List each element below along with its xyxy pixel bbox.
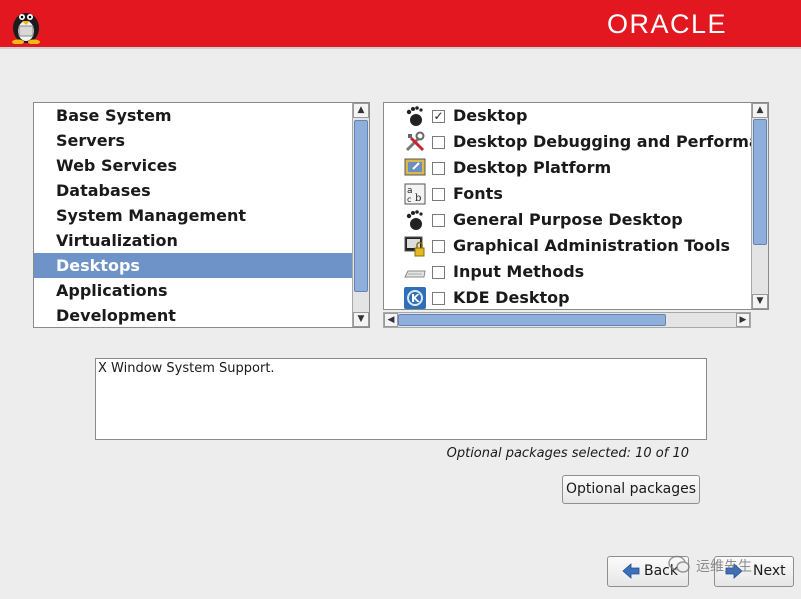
category-scroll-thumb[interactable]: [354, 120, 368, 292]
package-label: Desktop Debugging and Performa: [453, 132, 752, 151]
package-checkbox-general-purpose-desktop[interactable]: [432, 214, 445, 227]
scroll-up-arrow-icon[interactable]: ▲: [353, 103, 369, 118]
package-row-desktop-debugging[interactable]: Desktop Debugging and Performa: [384, 129, 752, 155]
admin-lock-icon: [404, 236, 425, 257]
scroll-up-arrow-icon[interactable]: ▲: [752, 103, 768, 118]
kde-icon: K: [404, 287, 426, 309]
package-label: Input Methods: [453, 262, 585, 281]
gnome-foot-icon: [406, 210, 423, 230]
svg-text:b: b: [415, 193, 421, 204]
category-item-system-management[interactable]: System Management: [34, 203, 352, 228]
package-list[interactable]: ✓ Desktop Desktop Debugging and Performa…: [383, 102, 769, 310]
category-item-databases[interactable]: Databases: [34, 178, 352, 203]
package-row-fonts[interactable]: a b c Fonts: [384, 181, 752, 207]
package-checkbox-desktop-debugging[interactable]: [432, 136, 445, 149]
package-horizontal-scrollbar[interactable]: ◀ ▶: [383, 312, 751, 328]
keyboard-icon: [404, 270, 426, 278]
category-item-development[interactable]: Development: [34, 303, 352, 327]
package-description: X Window System Support.: [95, 358, 707, 440]
header-banner: ORACLE: [0, 0, 801, 47]
header-divider: [0, 47, 801, 49]
wechat-logo-icon: [668, 555, 690, 573]
package-checkbox-graphical-admin-tools[interactable]: [432, 240, 445, 253]
watermark-text: 运维先生: [696, 559, 752, 575]
category-list[interactable]: Base System Servers Web Services Databas…: [33, 102, 370, 328]
package-hscroll-thumb[interactable]: [398, 314, 666, 326]
back-arrow-icon: [622, 563, 640, 579]
category-item-base-system[interactable]: Base System: [34, 103, 352, 128]
package-label: Desktop: [453, 106, 528, 125]
package-label: Desktop Platform: [453, 158, 612, 177]
fonts-icon: a b c: [404, 183, 426, 205]
scroll-left-arrow-icon[interactable]: ◀: [384, 313, 398, 327]
package-row-graphical-admin-tools[interactable]: Graphical Administration Tools: [384, 233, 752, 259]
tools-icon: [405, 131, 425, 152]
package-label: General Purpose Desktop: [453, 210, 683, 229]
scroll-right-arrow-icon[interactable]: ▶: [736, 313, 750, 327]
tux-penguin-icon: [12, 13, 40, 44]
category-item-applications[interactable]: Applications: [34, 278, 352, 303]
optional-packages-status: Optional packages selected: 10 of 10: [446, 446, 689, 461]
svg-text:c: c: [407, 195, 411, 204]
package-row-general-purpose-desktop[interactable]: General Purpose Desktop: [384, 207, 752, 233]
category-item-web-services[interactable]: Web Services: [34, 153, 352, 178]
package-checkbox-input-methods[interactable]: [432, 266, 445, 279]
category-items: Base System Servers Web Services Databas…: [34, 103, 352, 327]
scroll-down-arrow-icon[interactable]: ▼: [752, 294, 768, 309]
package-row-input-methods[interactable]: Input Methods: [384, 259, 752, 285]
package-checkbox-desktop-platform[interactable]: [432, 162, 445, 175]
package-vscroll-thumb[interactable]: [753, 119, 767, 245]
package-items: ✓ Desktop Desktop Debugging and Performa…: [384, 103, 752, 309]
package-label: Graphical Administration Tools: [453, 236, 731, 255]
svg-text:K: K: [411, 292, 420, 305]
package-row-desktop[interactable]: ✓ Desktop: [384, 103, 752, 129]
package-checkbox-fonts[interactable]: [432, 188, 445, 201]
desktop-platform-icon: [404, 158, 426, 176]
watermark: 运维先生: [668, 553, 778, 579]
package-label: Fonts: [453, 184, 503, 203]
package-checkbox-desktop[interactable]: ✓: [432, 110, 445, 123]
scroll-down-arrow-icon[interactable]: ▼: [353, 312, 369, 327]
category-scrollbar[interactable]: ▲ ▼: [352, 103, 369, 327]
package-row-kde-desktop[interactable]: K KDE Desktop: [384, 285, 752, 309]
optional-packages-button[interactable]: Optional packages: [562, 475, 700, 504]
package-row-desktop-platform[interactable]: Desktop Platform: [384, 155, 752, 181]
package-label: KDE Desktop: [453, 288, 570, 307]
gnome-foot-icon: [406, 106, 423, 126]
category-item-desktops[interactable]: Desktops: [34, 253, 352, 278]
category-item-servers[interactable]: Servers: [34, 128, 352, 153]
package-checkbox-kde-desktop[interactable]: [432, 292, 445, 305]
oracle-logo-text: ORACLE: [606, 9, 727, 39]
package-vertical-scrollbar[interactable]: ▲ ▼: [751, 103, 768, 309]
category-item-virtualization[interactable]: Virtualization: [34, 228, 352, 253]
